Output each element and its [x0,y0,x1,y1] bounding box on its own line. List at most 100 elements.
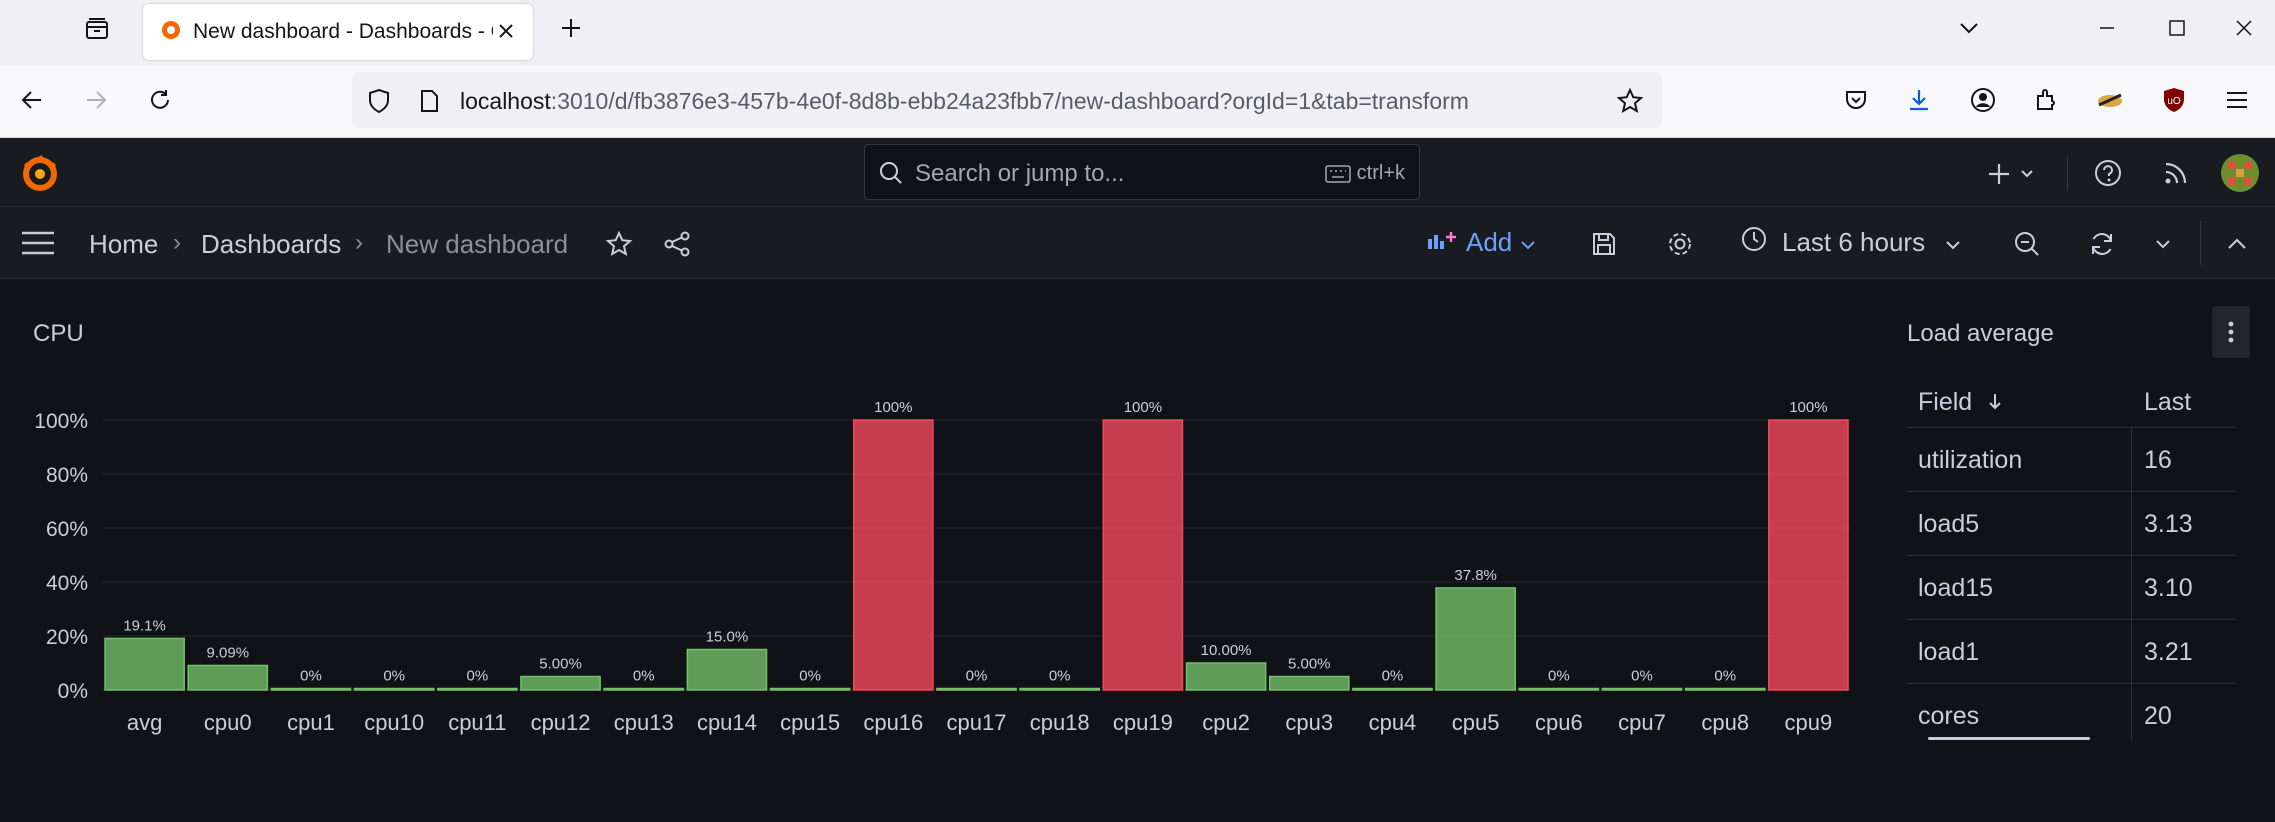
x-tick-label: cpu14 [697,710,757,735]
bar [520,675,601,691]
bar-value-label: 0% [300,668,322,685]
table-row: utilization 16 [1908,428,2235,492]
cell-last: 20 [2144,702,2172,730]
column-divider [2131,428,2132,491]
time-range-label: Last 6 hours [1782,227,1926,257]
bar [353,687,435,691]
browser-tab-active[interactable]: New dashboard - Dashboards - Grafana [143,4,533,60]
bar [437,687,518,691]
x-tick-label: cpu5 [1452,710,1500,735]
back-icon[interactable] [12,80,52,120]
add-button[interactable]: Add [1426,227,1536,258]
top-bar-divider [2067,156,2068,190]
y-tick-label: 40% [46,572,88,595]
time-range-picker[interactable]: Last 6 hours [1740,225,1961,260]
window-close-icon[interactable] [2222,8,2266,48]
minimize-icon[interactable] [2085,8,2129,48]
bar [1102,419,1184,691]
collapse-chevron-up-icon[interactable] [2220,229,2254,259]
bar-value-label: 0% [1548,668,1570,685]
horizontal-scrollbar[interactable] [1928,737,2090,740]
address-bar[interactable]: localhost:3010/d/fb3876e3-457b-4e0f-8d8b… [352,72,1662,128]
reload-icon[interactable] [140,80,180,120]
cell-last: 16 [2144,446,2172,474]
ublock-icon[interactable]: uO [2154,80,2194,120]
clock-icon [1740,225,1768,260]
breadcrumb-separator: › [173,229,181,256]
zoom-out-icon[interactable] [2009,227,2045,261]
new-plus-dropdown-icon[interactable] [1985,156,2041,192]
help-icon[interactable] [2090,155,2126,191]
header-last[interactable]: Last [2144,388,2191,417]
bar-value-label: 0% [1049,668,1071,685]
shield-icon[interactable] [364,86,394,116]
cell-field: utilization [1918,446,2023,474]
grafana-logo-icon[interactable] [18,152,62,196]
load-panel-title: Load average [1907,320,2054,347]
bar-value-label: 37.8% [1454,567,1497,584]
settings-gear-icon[interactable] [1662,227,1698,261]
svg-text:uO: uO [2167,96,2181,107]
bar [1435,587,1516,691]
cpu-bar-chart: 0% 20% 40% 60% 80% 100% 19.1% avg 9.09% cpu0 0% cpu… [34,399,1850,735]
browser-tab-bar: New dashboard - Dashboards - Grafana [0,0,2275,66]
bar-value-label: 19.1% [123,617,166,634]
bar [1352,687,1433,691]
pocket-icon[interactable] [1836,80,1876,120]
x-tick-label: cpu11 [448,710,506,735]
bar-value-label: 0% [633,668,655,685]
extensions-icon[interactable] [2026,80,2066,120]
x-tick-label: cpu3 [1285,710,1333,735]
dashboard-toolbar: Home › Dashboards › New dashboard Add La… [0,207,2275,279]
share-icon[interactable] [660,227,694,261]
bookmark-star-icon[interactable] [1614,85,1646,117]
tab-overflow-chevron-icon[interactable] [1947,8,1991,48]
cell-field: load15 [1918,574,1994,602]
add-label: Add [1466,227,1513,257]
news-rss-icon[interactable] [2158,155,2194,191]
refresh-icon[interactable] [2084,227,2120,261]
tab-list-icon[interactable] [80,12,114,46]
bar-value-label: 0% [966,668,988,685]
extension-addon-icon[interactable] [2090,80,2130,120]
new-tab-icon[interactable] [553,10,589,46]
mark-favorite-star-icon[interactable] [602,227,636,261]
page-info-icon[interactable] [414,86,444,116]
url-text: localhost:3010/d/fb3876e3-457b-4e0f-8d8b… [460,88,1469,114]
forward-icon[interactable] [76,80,116,120]
y-tick-label: 60% [46,518,88,541]
breadcrumb-dashboards[interactable]: Dashboards [201,229,341,260]
maximize-icon[interactable] [2155,8,2199,48]
search-box[interactable]: Search or jump to... ctrl+k [864,144,1420,200]
bar-value-label: 5.00% [1288,656,1331,673]
bar-value-label: 0% [1631,668,1653,685]
tab-title: New dashboard - Dashboards - Grafana [193,20,493,43]
account-icon[interactable] [1963,80,2003,120]
bar [769,687,851,691]
bar [104,637,185,691]
bar [1518,687,1600,691]
add-panel-icon [1426,227,1458,258]
bar [936,687,1017,691]
save-dashboard-icon[interactable] [1586,227,1622,261]
load-average-table: Field Last utilization 16 load5 3.13 loa… [1908,378,2235,740]
cell-field: load1 [1918,638,1980,666]
user-avatar[interactable] [2219,152,2261,194]
keyboard-icon [1324,164,1351,183]
breadcrumb-home[interactable]: Home [89,229,158,260]
header-field[interactable]: Field [1918,388,2003,417]
tab-close-icon[interactable] [493,18,519,44]
menu-icon[interactable] [2217,80,2257,120]
bar-value-label: 0% [799,668,821,685]
bar-value-label: 9.09% [207,644,250,661]
bar [603,687,685,691]
panel-menu-icon[interactable] [2212,306,2250,358]
breadcrumb-separator: › [355,229,363,256]
search-icon [877,159,905,187]
downloads-icon[interactable] [1899,80,1939,120]
hamburger-menu-icon[interactable] [18,225,58,261]
y-tick-label: 0% [58,680,88,703]
table-row: load5 3.13 [1908,492,2235,556]
refresh-interval-chevron-icon[interactable] [2148,229,2178,259]
x-tick-label: avg [127,710,162,735]
